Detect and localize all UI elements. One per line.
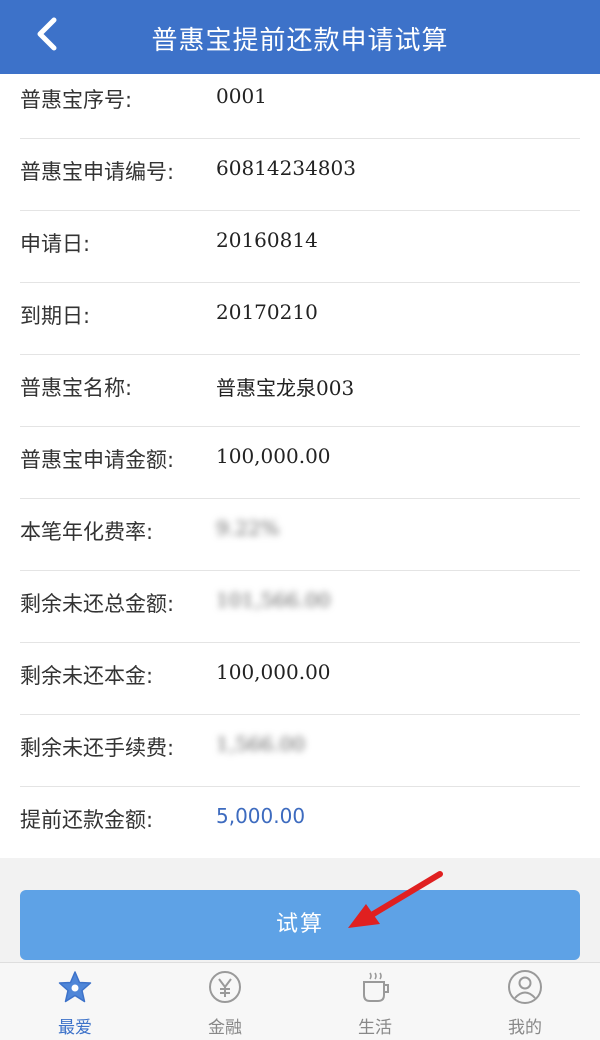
nav-bar: 普惠宝提前还款申请试算 bbox=[0, 0, 600, 74]
field-value: 60814234803 bbox=[216, 156, 356, 180]
field-row-due-date: 到期日: 20170210 bbox=[20, 282, 580, 355]
field-label: 剩余未还本金: bbox=[20, 664, 154, 688]
field-label: 剩余未还手续费: bbox=[20, 736, 175, 760]
field-value: 20170210 bbox=[216, 300, 318, 324]
tab-favorites[interactable]: 最爱 bbox=[0, 963, 150, 1040]
field-value-blurred: 9.22% bbox=[216, 516, 280, 540]
field-row-application-no: 普惠宝申请编号: 60814234803 bbox=[20, 138, 580, 211]
tab-label: 金融 bbox=[208, 1018, 242, 1038]
field-row-apply-date: 申请日: 20160814 bbox=[20, 210, 580, 283]
field-label: 普惠宝申请编号: bbox=[20, 160, 175, 184]
star-icon bbox=[58, 971, 92, 1003]
tab-label: 最爱 bbox=[58, 1018, 92, 1038]
cup-icon bbox=[363, 972, 389, 1002]
field-label: 普惠宝序号: bbox=[20, 88, 133, 112]
annotation-arrow-icon bbox=[348, 871, 443, 928]
field-row-annual-rate: 本笔年化费率: 9.22% bbox=[20, 498, 580, 571]
field-row-serial: 普惠宝序号: 0001 bbox=[20, 66, 580, 139]
field-row-remaining-principal: 剩余未还本金: 100,000.00 bbox=[20, 642, 580, 715]
field-label: 到期日: bbox=[20, 304, 91, 328]
tab-bar: 最爱 金融 生活 我的 bbox=[0, 962, 600, 1040]
field-label: 普惠宝申请金额: bbox=[20, 448, 175, 472]
field-value: 0001 bbox=[216, 84, 267, 108]
field-row-apply-amount: 普惠宝申请金额: 100,000.00 bbox=[20, 426, 580, 499]
prepay-amount-value[interactable]: 5,000.00 bbox=[216, 804, 305, 828]
tab-label: 我的 bbox=[508, 1018, 542, 1038]
page-title: 普惠宝提前还款申请试算 bbox=[151, 26, 449, 56]
field-label: 本笔年化费率: bbox=[20, 520, 154, 544]
field-row-remaining-fee: 剩余未还手续费: 1,566.00 bbox=[20, 714, 580, 787]
calculate-button[interactable]: 试算 bbox=[20, 890, 580, 960]
tab-mine[interactable]: 我的 bbox=[450, 963, 600, 1040]
field-value: 20160814 bbox=[216, 228, 318, 252]
field-value: 100,000.00 bbox=[216, 660, 331, 684]
field-label: 提前还款金额: bbox=[20, 808, 154, 832]
field-value: 100,000.00 bbox=[216, 444, 331, 468]
field-row-prepay-amount[interactable]: 提前还款金额: 5,000.00 bbox=[20, 786, 580, 858]
tab-finance[interactable]: 金融 bbox=[150, 963, 300, 1040]
field-row-product-name: 普惠宝名称: 普惠宝龙泉003 bbox=[20, 354, 580, 427]
yen-icon bbox=[209, 971, 241, 1003]
field-label: 申请日: bbox=[20, 232, 91, 256]
tab-life[interactable]: 生活 bbox=[300, 963, 450, 1040]
tab-label: 生活 bbox=[358, 1018, 392, 1038]
field-label: 普惠宝名称: bbox=[20, 376, 133, 400]
person-icon bbox=[508, 970, 542, 1004]
field-value-blurred: 101,566.00 bbox=[216, 588, 331, 612]
field-value: 普惠宝龙泉003 bbox=[216, 376, 355, 400]
field-row-remaining-total: 剩余未还总金额: 101,566.00 bbox=[20, 570, 580, 643]
field-label: 剩余未还总金额: bbox=[20, 592, 175, 616]
field-value-blurred: 1,566.00 bbox=[216, 732, 306, 756]
detail-list: 普惠宝序号: 0001 普惠宝申请编号: 60814234803 申请日: 20… bbox=[0, 74, 600, 858]
